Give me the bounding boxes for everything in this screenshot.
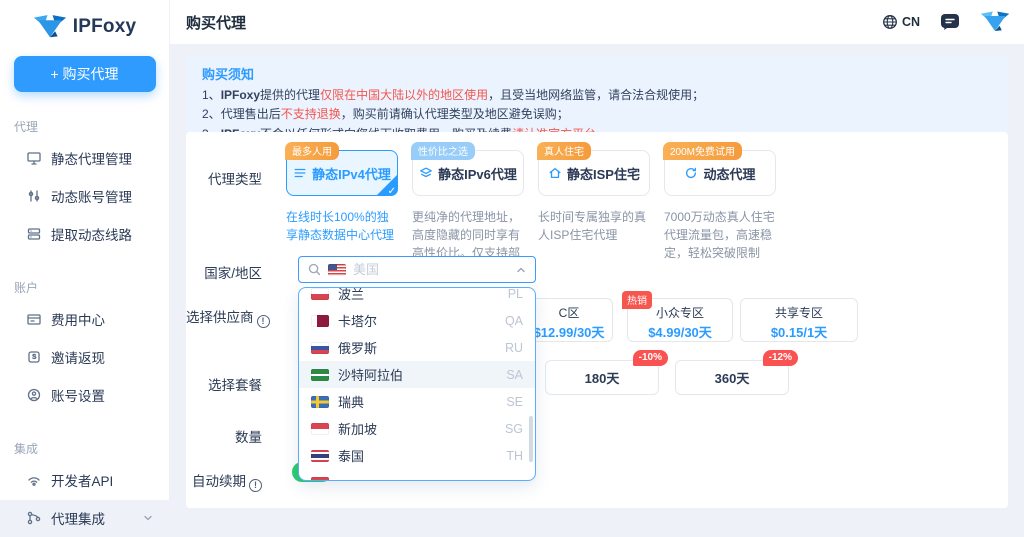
sidebar-section-account: 账户: [14, 279, 169, 296]
globe-icon: [882, 14, 898, 30]
ipfoxy-fox-icon: [33, 14, 67, 40]
purchase-form: 代理类型 最多人用 静态IPv4代理 性价比之选 静态IPv6代理 真人住宅 静…: [186, 132, 1008, 508]
flag-russia-icon: [311, 342, 329, 354]
monitor-icon: [26, 150, 42, 166]
discount-badge: -10%: [633, 350, 668, 366]
home-icon: [548, 166, 562, 180]
sidebar-item-account-settings[interactable]: 账号设置: [0, 376, 169, 414]
sidebar-item-dynamic-accounts[interactable]: 动态账号管理: [0, 177, 169, 215]
logo[interactable]: IPFoxy: [0, 0, 169, 40]
proxy-card-static-isp[interactable]: 真人住宅 静态ISP住宅: [538, 150, 650, 196]
language-selector[interactable]: CN: [882, 14, 920, 30]
sidebar-item-developer-api[interactable]: 开发者API: [0, 461, 169, 499]
refresh-icon: [684, 166, 698, 180]
info-icon: [257, 315, 270, 328]
flag-singapore-icon: [311, 423, 329, 435]
sidebar-section-proxy: 代理: [14, 118, 169, 135]
flag-qatar-icon: [311, 315, 329, 327]
hot-badge: 热销: [622, 291, 652, 309]
flag-sweden-icon: [311, 396, 329, 408]
info-icon: [249, 479, 262, 492]
card-badge: 最多人用: [285, 142, 339, 160]
country-option-russia[interactable]: 俄罗斯RU: [299, 334, 535, 361]
server-stack-icon: [293, 166, 307, 180]
branch-icon: [26, 510, 42, 526]
flag-icon: [311, 477, 329, 482]
user-avatar-fox-icon[interactable]: [980, 10, 1010, 34]
auto-renew-label: 自动续期: [186, 470, 262, 492]
sidebar-item-billing-center[interactable]: 费用中心: [0, 300, 169, 338]
sidebar-item-static-proxy[interactable]: 静态代理管理: [0, 139, 169, 177]
notice-line: 1、IPFoxy提供的代理仅限在中国大陆以外的地区使用，且受当地网络监管，请合法…: [202, 86, 992, 105]
country-option-thailand[interactable]: 泰国TH: [299, 442, 535, 469]
layers-icon: [419, 166, 433, 180]
supplier-card-shared[interactable]: 共享专区 $0.15/1天: [740, 298, 858, 342]
cashback-icon: [26, 349, 42, 365]
flag-poland-icon: [311, 288, 329, 300]
main-content: 购买须知 1、IPFoxy提供的代理仅限在中国大陆以外的地区使用，且受当地网络监…: [170, 44, 1024, 500]
country-option-partial[interactable]: [299, 469, 535, 481]
chevron-down-icon: [143, 513, 153, 523]
country-option-singapore[interactable]: 新加坡SG: [299, 415, 535, 442]
card-badge: 真人住宅: [537, 142, 591, 160]
buy-proxy-button[interactable]: + 购买代理: [14, 56, 156, 92]
country-search-input[interactable]: [353, 262, 509, 277]
sliders-icon: [26, 188, 42, 204]
country-option-poland[interactable]: 波兰PL: [299, 287, 535, 307]
notice-title: 购买须知: [202, 64, 992, 83]
search-icon: [308, 263, 321, 276]
logo-text: IPFoxy: [73, 16, 137, 38]
card-badge: 200M免费试用: [663, 142, 742, 160]
chevron-up-icon: [516, 265, 526, 275]
message-icon[interactable]: [940, 13, 960, 32]
dropdown-scrollbar[interactable]: [529, 416, 533, 462]
country-label: 国家/地区: [186, 262, 262, 282]
country-option-sweden[interactable]: 瑞典SE: [299, 388, 535, 415]
package-card-360[interactable]: 360天 -12%: [675, 360, 789, 395]
card-badge: 性价比之选: [411, 142, 475, 160]
package-card-180[interactable]: 180天 -10%: [545, 360, 659, 395]
proxy-card-desc: 7000万动态真人住宅代理流量包，高速稳定，轻松突破限制: [664, 208, 776, 280]
proxy-card-dynamic[interactable]: 200M免费试用 动态代理: [664, 150, 776, 196]
sidebar-item-invite-cashback[interactable]: 邀请返现: [0, 338, 169, 376]
country-option-qatar[interactable]: 卡塔尔QA: [299, 307, 535, 334]
notice-line: 2、代理售出后不支持退换，购买前请确认代理类型及地区避免误购；: [202, 105, 992, 124]
page-title: 购买代理: [186, 12, 246, 33]
proxy-card-desc: 长时间专属独享的真人ISP住宅代理: [538, 208, 650, 280]
proxy-type-label: 代理类型: [186, 168, 262, 188]
supplier-card-c[interactable]: C区 $12.99/30天: [525, 298, 613, 342]
user-circle-icon: [26, 387, 42, 403]
flag-thailand-icon: [311, 450, 329, 462]
supplier-card-niche[interactable]: 热销 小众专区 $4.99/30天: [627, 298, 733, 342]
country-dropdown: 波兰PL 卡塔尔QA 俄罗斯RU 沙特阿拉伯SA 瑞典SE 新加坡SG 泰国TH: [298, 287, 536, 481]
supplier-label: 选择供应商: [186, 306, 262, 328]
sidebar: IPFoxy + 购买代理 代理 静态代理管理 动态账号管理 提取动态线路 账户…: [0, 0, 170, 500]
credit-card-icon: [26, 311, 42, 327]
country-select[interactable]: [298, 256, 536, 283]
quantity-label: 数量: [186, 426, 262, 446]
country-option-saudi-arabia[interactable]: 沙特阿拉伯SA: [299, 361, 535, 388]
package-label: 选择套餐: [186, 374, 262, 394]
server-rows-icon: [26, 226, 42, 242]
language-label: CN: [902, 15, 920, 29]
proxy-card-static-ipv4[interactable]: 最多人用 静态IPv4代理: [286, 150, 398, 196]
proxy-card-static-ipv6[interactable]: 性价比之选 静态IPv6代理: [412, 150, 524, 196]
sidebar-item-proxy-integration[interactable]: 代理集成: [0, 499, 169, 537]
flag-saudi-icon: [311, 369, 329, 381]
discount-badge: -12%: [763, 350, 798, 366]
sidebar-section-integration: 集成: [14, 440, 169, 457]
api-wifi-icon: [26, 472, 42, 488]
header: 购买代理 CN: [170, 0, 1024, 44]
sidebar-item-extract-lines[interactable]: 提取动态线路: [0, 215, 169, 253]
flag-us-icon: [328, 264, 346, 276]
